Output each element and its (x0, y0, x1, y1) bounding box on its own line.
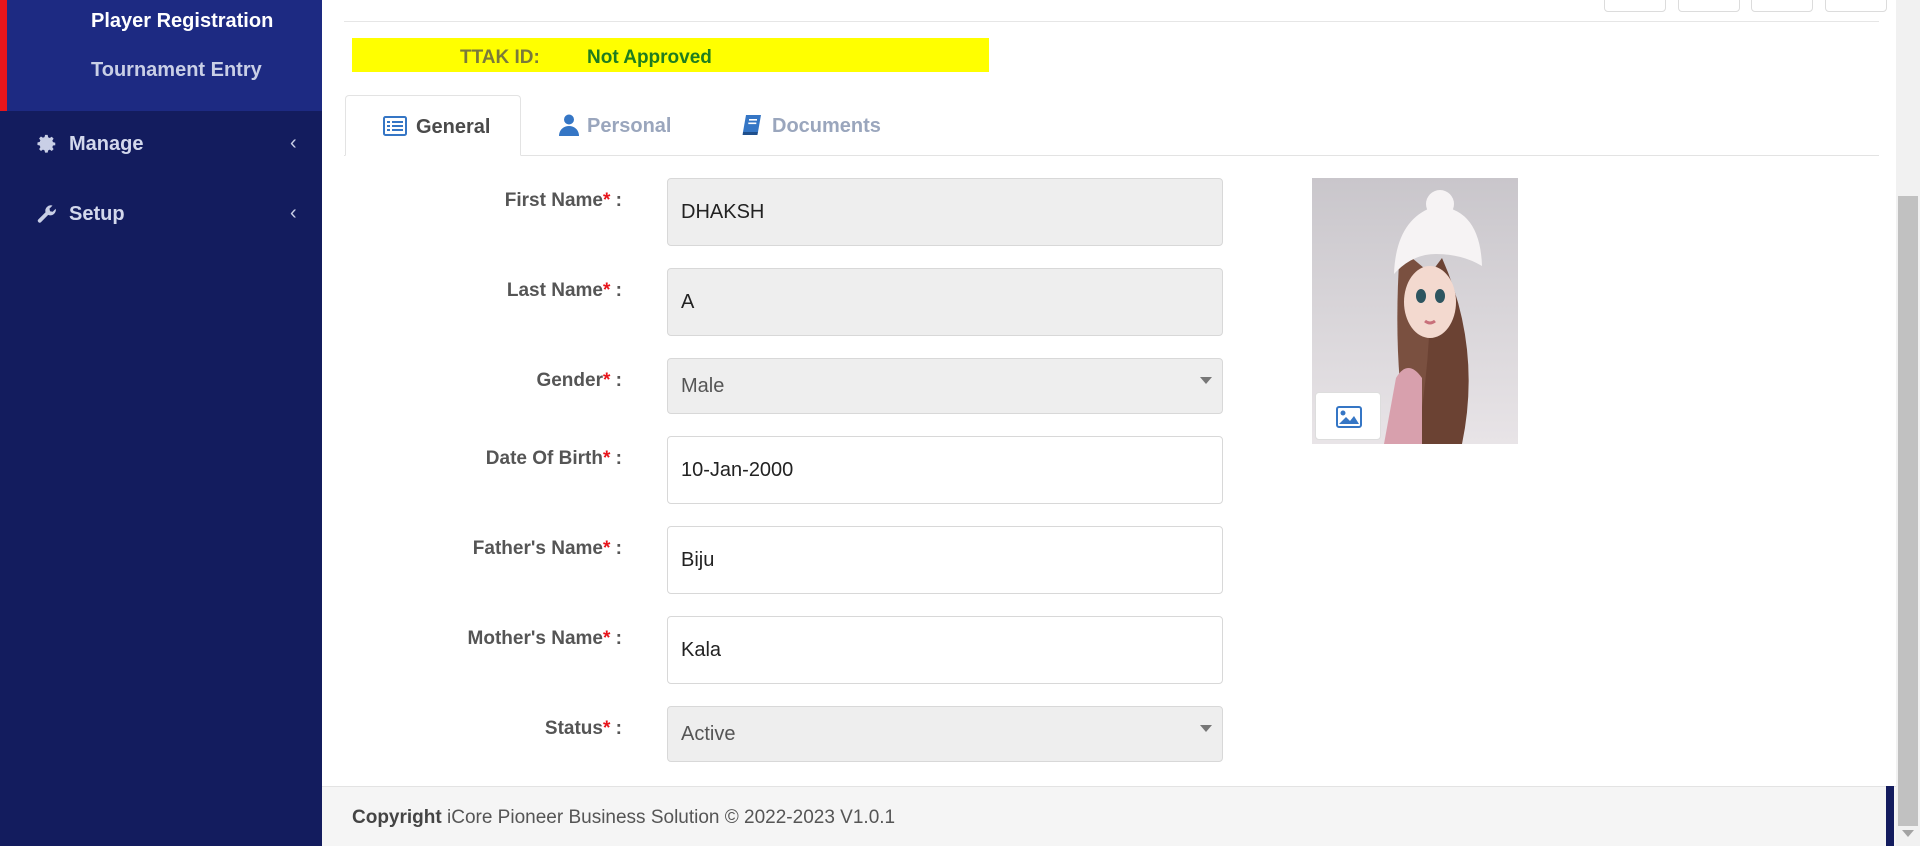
field-label: Status* : (322, 718, 622, 740)
tab-label: Documents (772, 115, 881, 137)
approval-status-banner: TTAK ID: Not Approved (352, 38, 989, 72)
required-mark: * (602, 448, 611, 469)
fathers-name-value: Biju (681, 548, 715, 571)
footer-accent (1886, 786, 1894, 846)
field-label-text: Last Name (506, 280, 603, 301)
field-label-text: Mother's Name (467, 628, 603, 649)
mothers-name-value: Kala (681, 638, 722, 661)
profile-photo (1312, 178, 1518, 444)
first-name-value: DHAKSH (681, 200, 765, 223)
sidebar-item-label: Setup (69, 203, 125, 225)
ttak-id-label: TTAK ID: (460, 47, 540, 68)
label-separator: : (615, 190, 622, 211)
field-label: Mother's Name* : (322, 628, 622, 650)
main-content: TTAK ID: Not Approved General Personal D… (322, 0, 1896, 846)
tab-label: General (416, 116, 491, 138)
vertical-scrollbar[interactable] (1896, 0, 1920, 846)
copyright-label: Copyright (352, 807, 442, 828)
wrench-icon (37, 205, 56, 223)
form-row-last-name: Last Name* : A (322, 268, 1322, 338)
form-row-status: Status* : Active (322, 706, 1322, 776)
toolbar-button[interactable] (1678, 0, 1740, 12)
required-mark: * (602, 280, 611, 301)
field-label-text: Gender (536, 370, 603, 391)
toolbar-button[interactable] (1604, 0, 1666, 12)
field-label: First Name* : (322, 190, 622, 212)
toolbar (344, 0, 1887, 22)
label-separator: : (615, 448, 622, 469)
label-separator: : (615, 538, 622, 559)
field-label: Gender* : (322, 370, 622, 392)
sidebar-item-manage[interactable]: Manage ‹ (0, 120, 322, 170)
form-row-mother: Mother's Name* : Kala (322, 616, 1322, 686)
last-name-value: A (681, 290, 695, 313)
registration-submenu: Player Registration Tournament Entry (0, 0, 330, 111)
field-label: Last Name* : (322, 280, 622, 302)
form-row-first-name: First Name* : DHAKSH (322, 178, 1322, 248)
fathers-name-field[interactable]: Biju (667, 526, 1223, 594)
field-label-text: Status (544, 718, 603, 739)
first-name-field[interactable]: DHAKSH (667, 178, 1223, 246)
mothers-name-field[interactable]: Kala (667, 616, 1223, 684)
toolbar-button[interactable] (1751, 0, 1813, 12)
tab-documents[interactable]: Documents (737, 95, 907, 156)
list-icon (383, 116, 407, 136)
sidebar-item-setup[interactable]: Setup ‹ (0, 190, 322, 240)
date-of-birth-field[interactable]: 10-Jan-2000 (667, 436, 1223, 504)
copyright-detail: iCore Pioneer Business Solution © 2022-2… (447, 807, 896, 828)
tab-label: Personal (587, 115, 672, 137)
scrollbar-thumb[interactable] (1898, 196, 1918, 826)
footer: Copyright iCore Pioneer Business Solutio… (322, 786, 1896, 846)
tab-general[interactable]: General (345, 95, 521, 156)
field-label: Father's Name* : (322, 538, 622, 560)
scroll-down-arrow-icon[interactable] (1902, 830, 1914, 837)
last-name-field[interactable]: A (667, 268, 1223, 336)
dropdown-arrow-icon (1200, 725, 1212, 732)
chevron-left-icon: ‹ (290, 202, 297, 224)
status-select[interactable]: Active (667, 706, 1223, 762)
form-row-gender: Gender* : Male (322, 358, 1322, 428)
user-icon (559, 114, 579, 136)
book-icon (742, 115, 761, 135)
approval-status-text: Not Approved (587, 47, 712, 68)
required-mark: * (602, 370, 611, 391)
tab-personal[interactable]: Personal (542, 95, 712, 156)
required-mark: * (602, 628, 611, 649)
field-label: Date Of Birth* : (322, 448, 622, 470)
required-mark: * (602, 538, 611, 559)
form-row-father: Father's Name* : Biju (322, 526, 1322, 596)
sidebar-item-tournament-entry[interactable]: Tournament Entry (91, 59, 262, 82)
status-value: Active (681, 722, 736, 745)
upload-photo-button[interactable] (1315, 392, 1381, 440)
field-label-text: Date Of Birth (485, 448, 603, 469)
toolbar-button[interactable] (1825, 0, 1887, 12)
gender-select[interactable]: Male (667, 358, 1223, 414)
gender-value: Male (681, 374, 725, 397)
field-label-text: First Name (504, 190, 603, 211)
form-row-dob: Date Of Birth* : 10-Jan-2000 (322, 436, 1322, 506)
sidebar: Player Registration Tournament Entry Man… (0, 0, 330, 846)
label-separator: : (615, 370, 622, 391)
label-separator: : (615, 280, 622, 301)
required-mark: * (602, 718, 611, 739)
label-separator: : (615, 628, 622, 649)
label-separator: : (615, 718, 622, 739)
date-of-birth-value: 10-Jan-2000 (681, 458, 794, 481)
sidebar-item-label: Manage (69, 133, 144, 155)
sidebar-item-player-registration[interactable]: Player Registration (91, 10, 273, 33)
required-mark: * (602, 190, 611, 211)
image-icon (1336, 406, 1362, 428)
copyright-text: Copyright iCore Pioneer Business Solutio… (352, 807, 895, 829)
field-label-text: Father's Name (472, 538, 603, 559)
dropdown-arrow-icon (1200, 377, 1212, 384)
gear-icon (37, 134, 56, 153)
chevron-left-icon: ‹ (290, 132, 297, 154)
